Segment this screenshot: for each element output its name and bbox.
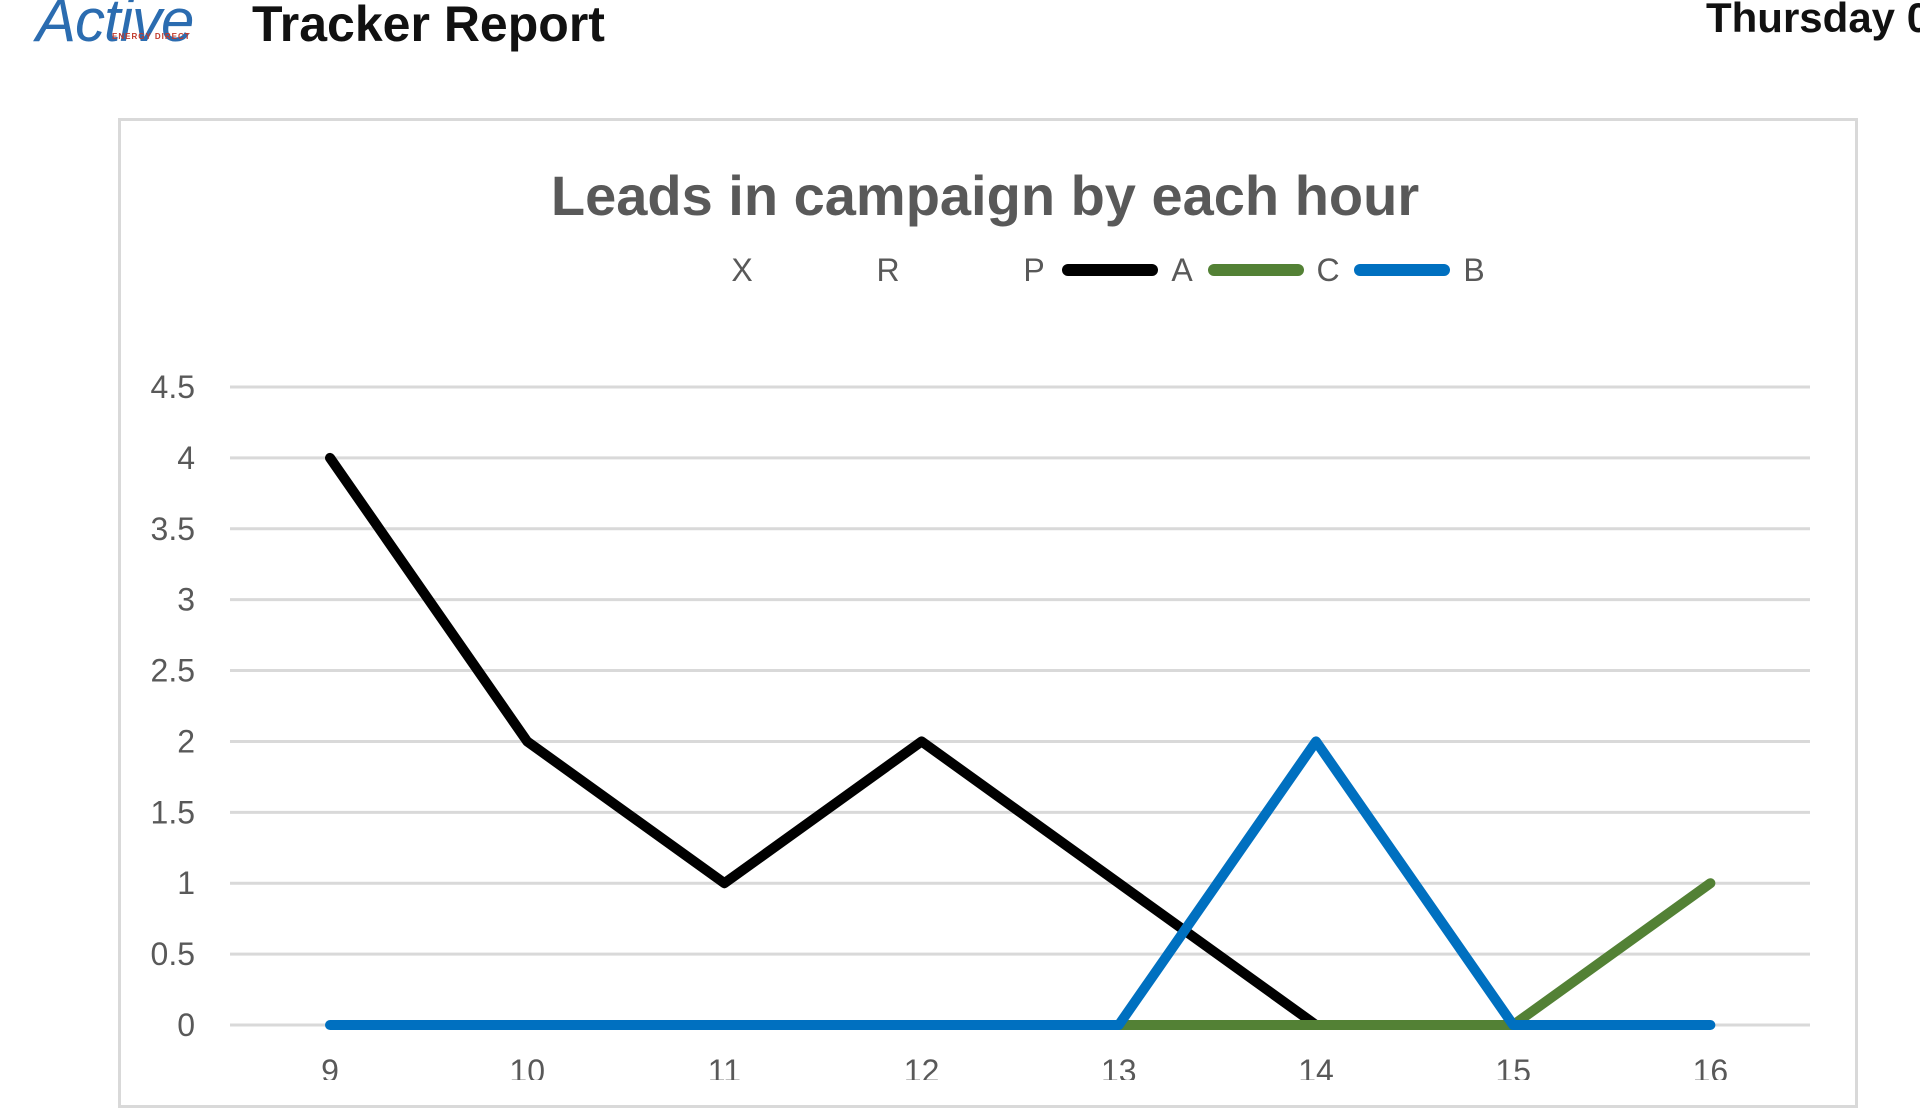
legend-label-r: R [876, 252, 899, 288]
y-tick-label: 1 [177, 865, 195, 901]
chart-title: Leads in campaign by each hour [551, 164, 1419, 227]
y-tick-label: 4 [177, 440, 195, 476]
y-tick-label: 2 [177, 723, 195, 759]
legend-label-b: B [1463, 252, 1484, 288]
legend-label-c: C [1316, 252, 1339, 288]
legend-label-p: P [1023, 252, 1044, 288]
x-tick-label: 13 [1101, 1053, 1137, 1080]
y-tick-label: 4.5 [151, 369, 195, 405]
chart-legend: XRPACB [731, 252, 1484, 288]
y-tick-label: 0.5 [151, 936, 195, 972]
x-tick-label: 16 [1693, 1053, 1729, 1080]
y-tick-label: 0 [177, 1007, 195, 1043]
x-axis-ticks: 9 10 11 12 13 14 15 16 [321, 1053, 1728, 1080]
x-tick-label: 15 [1495, 1053, 1531, 1080]
y-tick-label: 2.5 [151, 653, 195, 689]
gridlines [230, 385, 1810, 1027]
legend-label-a: A [1171, 252, 1193, 288]
legend-label-x: X [731, 252, 752, 288]
y-tick-label: 3 [177, 582, 195, 618]
x-tick-label: 10 [509, 1053, 545, 1080]
y-tick-label: 3.5 [151, 511, 195, 547]
y-axis-ticks: 0 0.5 1 1.5 2 2.5 3 3.5 4 4.5 [151, 369, 195, 1043]
line-chart: Leads in campaign by each hour 0 0.5 1 1.5 2… [151, 164, 1810, 1080]
x-tick-label: 11 [708, 1053, 741, 1080]
x-tick-label: 9 [321, 1053, 339, 1080]
y-tick-label: 1.5 [151, 794, 195, 830]
x-tick-label: 12 [904, 1053, 940, 1080]
x-tick-label: 14 [1298, 1053, 1334, 1080]
